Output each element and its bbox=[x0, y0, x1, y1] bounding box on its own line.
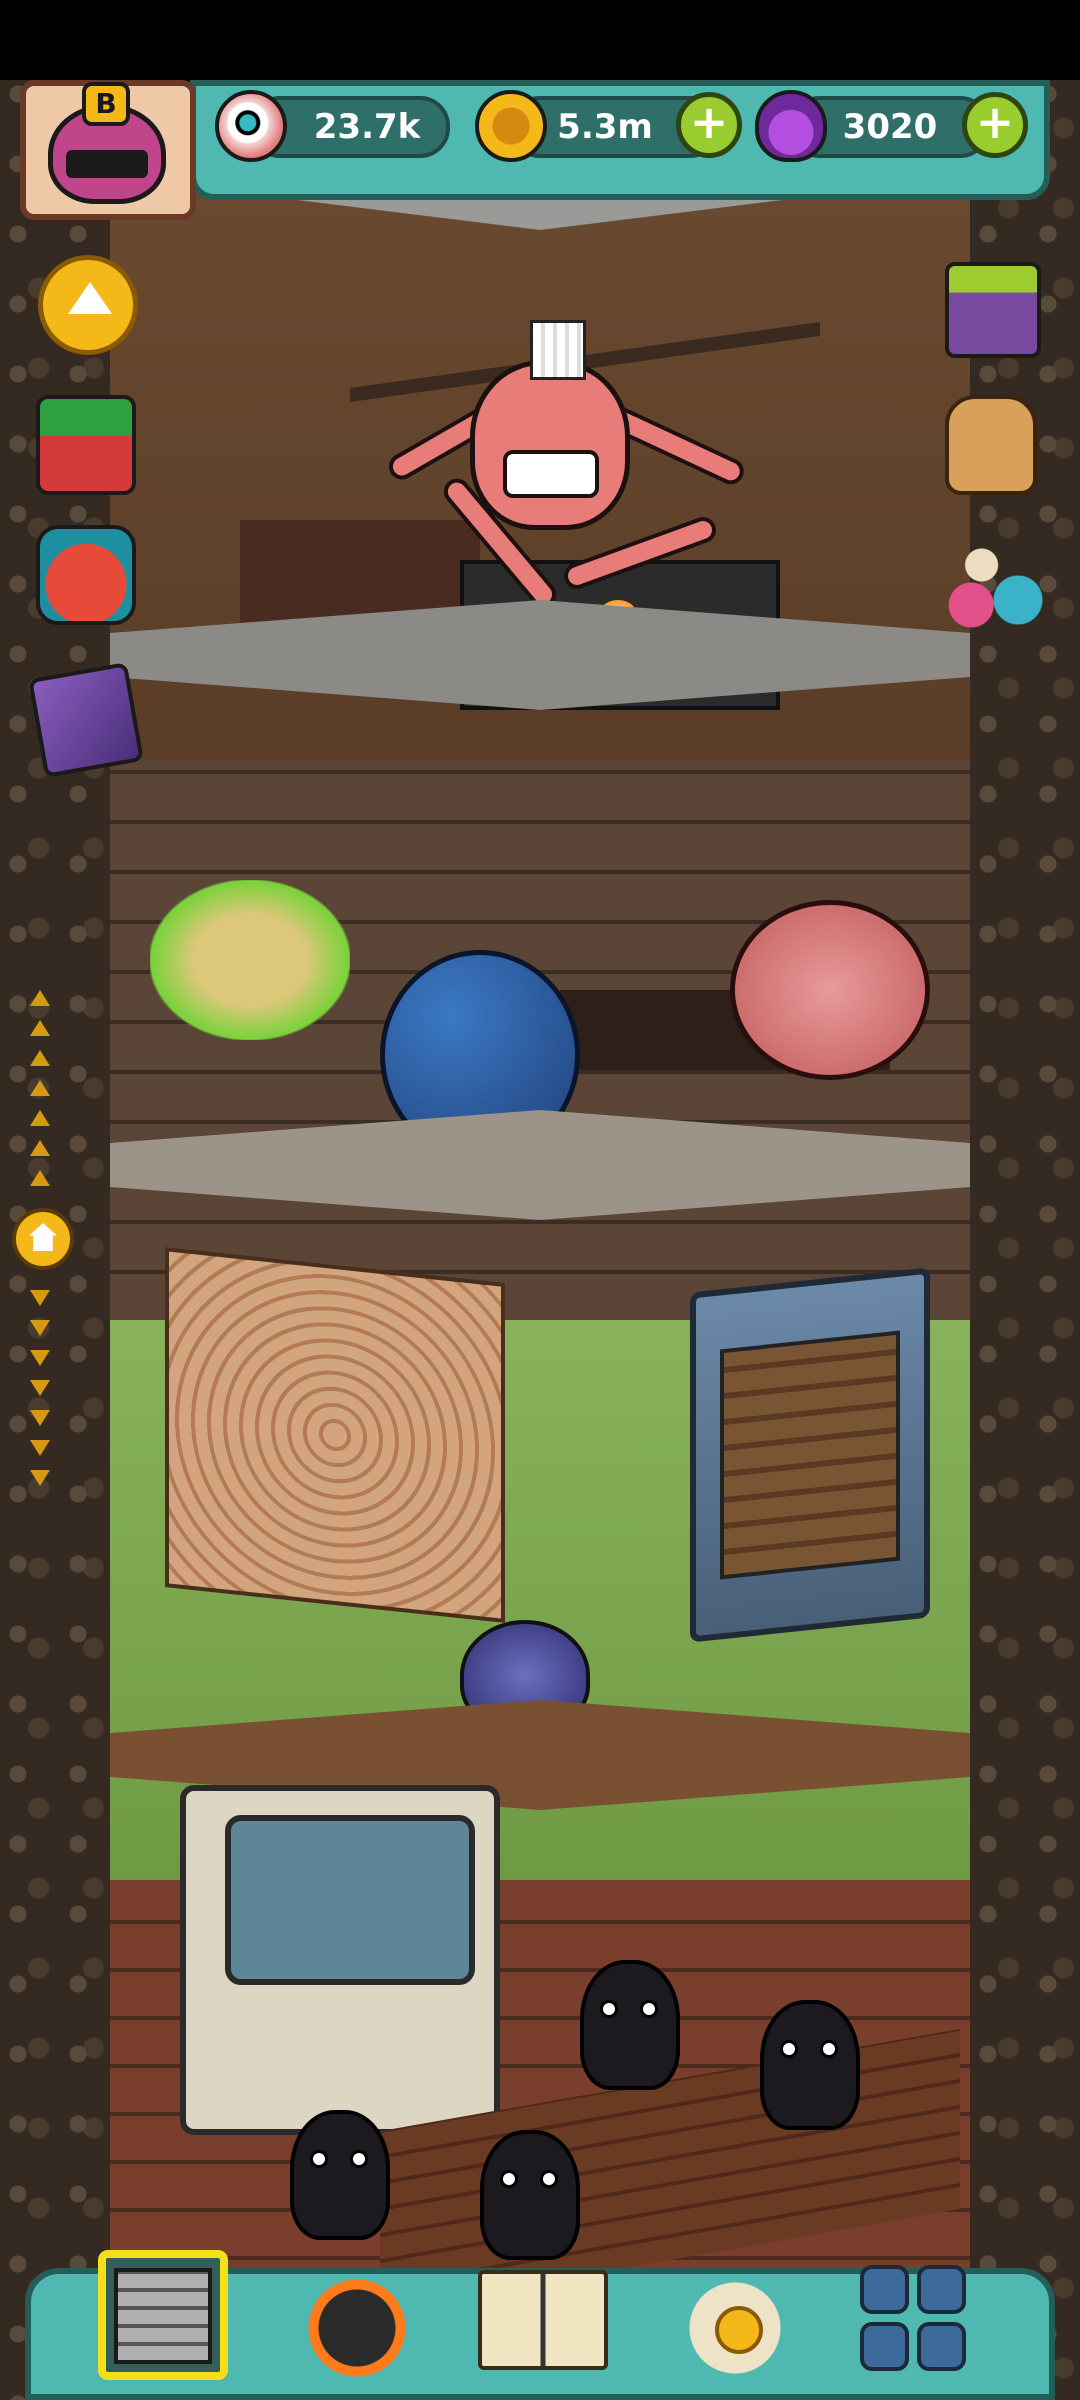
worker-minion[interactable] bbox=[580, 1960, 680, 2090]
gift-bundle-icon[interactable] bbox=[36, 525, 136, 625]
grid-cell bbox=[860, 2322, 909, 2371]
eyeball-currency-icon bbox=[215, 90, 287, 162]
game-screen: 23.7k 5.3m + 3020 + B bbox=[0, 0, 1080, 2400]
potion-currency-icon bbox=[755, 90, 827, 162]
minion-eye bbox=[640, 2000, 658, 2018]
octopus-chef-monster[interactable] bbox=[470, 360, 630, 530]
minion-eye bbox=[780, 2040, 798, 2058]
cards-icon[interactable] bbox=[28, 662, 144, 778]
backpack-icon[interactable] bbox=[945, 395, 1037, 495]
minion-eye bbox=[600, 2000, 618, 2018]
avatar-rank-badge: B bbox=[82, 82, 130, 126]
minion-eye bbox=[310, 2150, 328, 2168]
furnace-icon[interactable] bbox=[292, 2250, 422, 2380]
grid-cell bbox=[860, 2265, 909, 2314]
building-icon bbox=[114, 2268, 212, 2364]
potions-amount: 3020 bbox=[842, 107, 938, 147]
grid-cell bbox=[917, 2322, 966, 2371]
minion-eye bbox=[350, 2150, 368, 2168]
coins-amount: 5.3m bbox=[557, 107, 653, 147]
chef-hat bbox=[530, 320, 586, 380]
coin-currency-icon bbox=[475, 90, 547, 162]
gift-box-icon[interactable] bbox=[36, 395, 136, 495]
glowing-spellbook[interactable] bbox=[150, 880, 350, 1040]
plus-icon: + bbox=[689, 95, 729, 149]
grid-cell bbox=[917, 2265, 966, 2314]
eye-creatures-icon[interactable] bbox=[940, 535, 1044, 635]
add-coins-button[interactable]: + bbox=[676, 92, 742, 158]
worker-minion[interactable] bbox=[480, 2130, 580, 2260]
avatar-mouth bbox=[66, 150, 148, 178]
worker-minion[interactable] bbox=[760, 2000, 860, 2130]
minion-eye bbox=[820, 2040, 838, 2058]
sack-coin-icon bbox=[715, 2306, 763, 2354]
plus-icon: + bbox=[975, 95, 1015, 149]
minion-eye bbox=[540, 2170, 558, 2188]
menu-grid-icon[interactable] bbox=[860, 2265, 966, 2371]
map-poster[interactable] bbox=[165, 1247, 505, 1623]
pink-tentacle-monster[interactable] bbox=[730, 900, 930, 1080]
status-bar bbox=[0, 0, 1080, 80]
eyes-amount: 23.7k bbox=[313, 107, 421, 147]
book-icon[interactable] bbox=[478, 2270, 608, 2370]
add-potions-button[interactable]: + bbox=[962, 92, 1028, 158]
machine-screen bbox=[225, 1815, 475, 1985]
up-arrow-icon bbox=[68, 282, 112, 314]
furnace-oven-door bbox=[720, 1330, 900, 1580]
video-reward-icon[interactable] bbox=[945, 262, 1041, 358]
worker-minion[interactable] bbox=[290, 2110, 390, 2240]
octopus-mouth bbox=[503, 450, 599, 498]
minion-eye bbox=[500, 2170, 518, 2188]
